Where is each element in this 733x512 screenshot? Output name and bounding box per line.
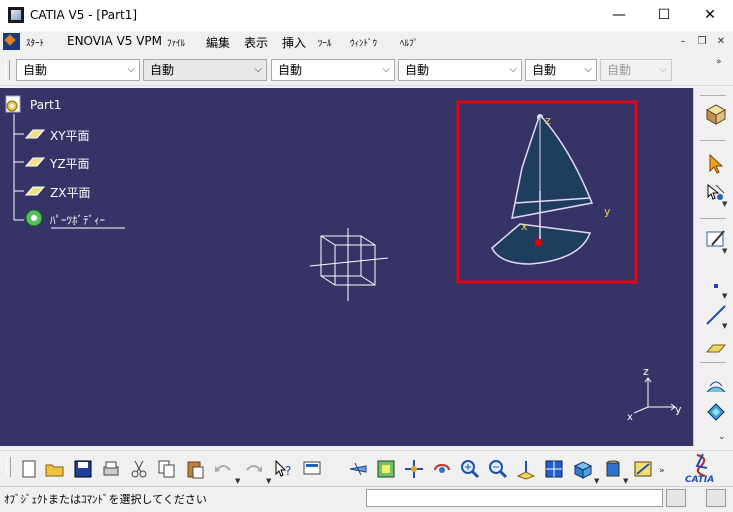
compass-x-label: x <box>521 220 528 233</box>
origin-planes-glyph[interactable] <box>309 228 389 301</box>
menu-edit[interactable]: 編集 <box>206 34 230 51</box>
svg-text:?: ? <box>285 464 291 478</box>
render-style-combo: 自動 ⌵ <box>600 59 672 81</box>
menu-start[interactable]: ｽﾀｰﾄ <box>26 36 44 49</box>
mdi-minimize-button[interactable]: – <box>676 35 690 49</box>
zoom-out-icon[interactable] <box>487 458 509 480</box>
point-symbol-combo[interactable]: 自動 ⌵ <box>525 59 597 81</box>
minimize-button[interactable]: — <box>596 0 642 31</box>
bottom-toolbar-overflow-icon[interactable]: » <box>659 466 665 476</box>
menu-window[interactable]: ｳｨﾝﾄﾞｳ <box>350 36 377 49</box>
print-icon[interactable] <box>100 458 122 480</box>
window-title: CATIA V5 - [Part1] <box>30 8 138 22</box>
maximize-button[interactable]: ☐ <box>641 0 687 31</box>
catia-logo: CATIA <box>685 453 714 484</box>
pan-icon[interactable] <box>403 458 425 480</box>
menu-view[interactable]: 表示 <box>244 34 268 51</box>
multi-view-icon[interactable] <box>543 458 565 480</box>
mdi-restore-button[interactable]: ❐ <box>695 35 709 49</box>
save-icon[interactable] <box>72 458 94 480</box>
plane-icon[interactable] <box>24 129 46 139</box>
plane-icon[interactable] <box>24 157 46 167</box>
axis-triad <box>633 377 676 414</box>
line-type-combo[interactable]: 自動 ⌵ <box>398 59 522 81</box>
rotate-icon[interactable] <box>431 458 453 480</box>
iso-view-icon[interactable] <box>571 458 593 480</box>
stop-command-button[interactable] <box>706 489 726 507</box>
color-combo[interactable]: 自動 ⌵ <box>16 59 140 81</box>
tree-root-label[interactable]: Part1 <box>30 98 61 112</box>
fit-all-icon[interactable] <box>375 458 397 480</box>
whats-this-icon[interactable]: ? <box>273 458 295 480</box>
tree-item-part-body[interactable]: ﾊﾟｰﾂﾎﾞﾃﾞｨｰ <box>50 212 105 228</box>
document-icon[interactable] <box>3 33 20 50</box>
normal-view-icon[interactable] <box>515 458 537 480</box>
copy-icon[interactable] <box>156 458 178 480</box>
menu-file[interactable]: ﾌｧｲﾙ <box>167 36 185 49</box>
new-file-icon[interactable] <box>18 458 40 480</box>
paste-icon[interactable] <box>184 458 206 480</box>
tree-item-zx-plane[interactable]: ZX平面 <box>50 184 90 201</box>
plane-icon[interactable] <box>24 186 46 196</box>
compass-y-label: y <box>604 205 611 218</box>
redo-icon <box>246 465 262 472</box>
tree-connectors <box>13 114 24 221</box>
hide-show-icon[interactable] <box>632 458 654 480</box>
cut-icon[interactable] <box>128 458 150 480</box>
tree-item-xy-plane[interactable]: XY平面 <box>50 127 90 144</box>
select-arrow-icon[interactable] <box>704 152 728 176</box>
triad-y-label: y <box>675 403 682 416</box>
compass-z-label: z <box>545 114 551 127</box>
toolbar-overflow-icon[interactable]: » <box>716 57 722 67</box>
mdi-close-button[interactable]: ✕ <box>714 35 728 49</box>
line-weight-combo[interactable]: 自動 ⌵ <box>271 59 395 81</box>
plane-tool-icon[interactable] <box>704 336 728 360</box>
part-body-icon[interactable] <box>25 209 43 227</box>
command-input[interactable] <box>366 489 663 507</box>
status-prompt: ｵﾌﾞｼﾞｪｸﾄまたはｺﾏﾝﾄﾞを選択してください <box>4 493 207 506</box>
menu-enovia[interactable]: ENOVIA V5 VPM <box>67 34 162 48</box>
transparency-combo[interactable]: 自動 ⌵ <box>143 59 267 81</box>
undo-icon <box>215 465 231 472</box>
surface-icon[interactable] <box>704 374 728 398</box>
menu-help[interactable]: ﾍﾙﾌﾟ <box>400 36 418 49</box>
screen-capture-icon[interactable] <box>301 458 323 480</box>
compass[interactable]: z y x <box>491 114 611 265</box>
power-input-button[interactable] <box>666 489 686 507</box>
3d-viewport[interactable]: z y x z y x Part1 XY平面 YZ平面 ZX平面 ﾊﾟｰﾂﾎﾞﾃ… <box>0 88 693 446</box>
close-button[interactable]: ✕ <box>687 0 733 31</box>
menu-tools[interactable]: ﾂｰﾙ <box>318 36 332 49</box>
tree-item-yz-plane[interactable]: YZ平面 <box>50 155 90 172</box>
open-folder-icon[interactable] <box>44 458 66 480</box>
zoom-in-icon[interactable] <box>459 458 481 480</box>
fly-mode-icon[interactable] <box>347 458 369 480</box>
shading-icon[interactable] <box>602 458 624 480</box>
triad-x-label: x <box>627 412 633 423</box>
menu-insert[interactable]: 挿入 <box>282 34 306 51</box>
triad-z-label: z <box>643 365 649 378</box>
toolbar-grip[interactable] <box>5 60 10 80</box>
right-toolbar-overflow-icon[interactable]: ⌄ <box>718 432 726 442</box>
catia-app-icon[interactable] <box>8 7 24 23</box>
extrude-surface-icon[interactable] <box>704 400 728 424</box>
sketcher-workbench-icon[interactable] <box>704 102 728 126</box>
catia-logo-text: CATIA <box>685 475 714 484</box>
part-root-icon[interactable] <box>5 95 21 113</box>
